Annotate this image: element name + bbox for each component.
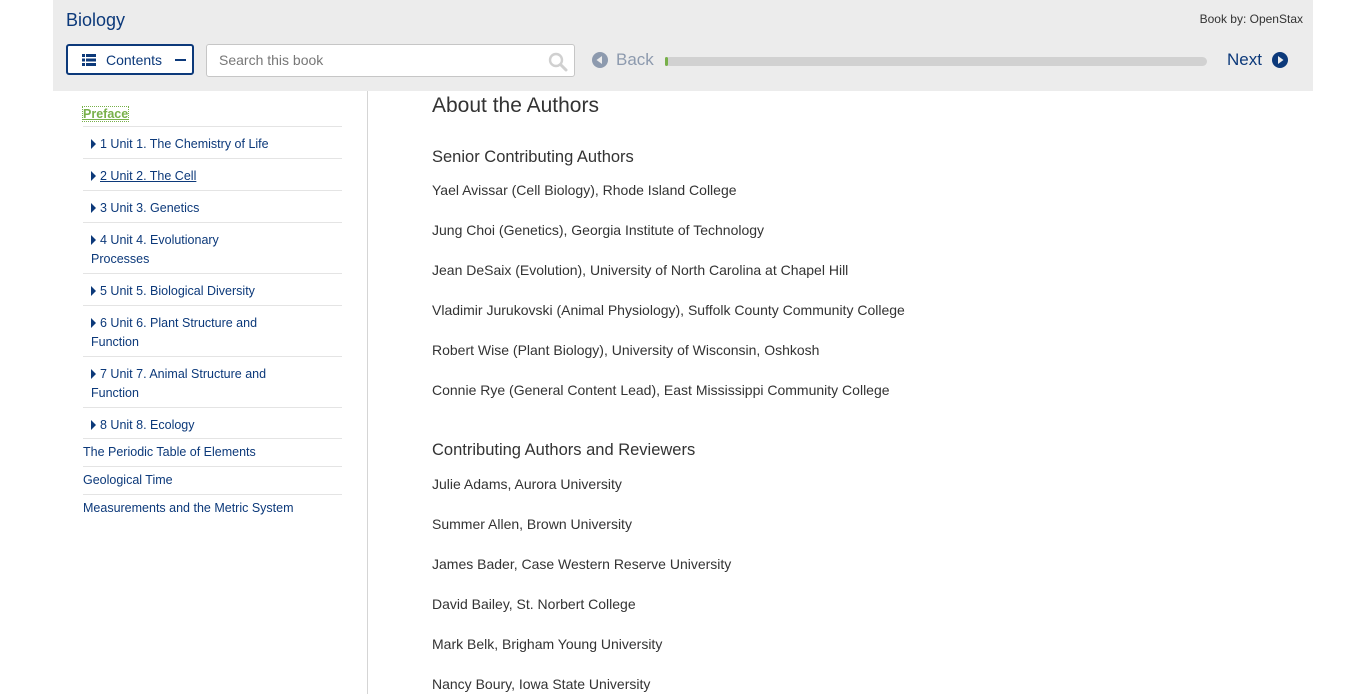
page-title: About the Authors xyxy=(432,94,599,117)
back-arrow-icon xyxy=(592,52,608,68)
toc-unit-label: 1 Unit 1. The Chemistry of Life xyxy=(100,137,269,151)
toc-unit-label: 7 Unit 7. Animal Structure and Function xyxy=(91,367,267,400)
caret-right-icon xyxy=(91,139,96,149)
toc-appendix-label: Measurements and the Metric System xyxy=(83,501,294,515)
author-entry: Yael Avissar (Cell Biology), Rhode Islan… xyxy=(432,182,737,198)
toc-unit-label: 8 Unit 8. Ecology xyxy=(100,418,195,432)
back-button[interactable]: Back xyxy=(592,50,654,70)
toc-unit-label: 5 Unit 5. Biological Diversity xyxy=(100,284,255,298)
toc-item-unit-3[interactable]: 3 Unit 3. Genetics xyxy=(83,191,342,223)
caret-right-icon xyxy=(91,203,96,213)
search-icon[interactable] xyxy=(548,52,568,72)
toc-appendix-label: Geological Time xyxy=(83,473,173,487)
toc-item-preface[interactable]: Preface xyxy=(81,102,342,127)
next-arrow-icon xyxy=(1271,52,1288,68)
list-icon xyxy=(82,53,96,66)
table-of-contents: Preface 1 Unit 1. The Chemistry of Life … xyxy=(0,91,368,694)
author-entry: Mark Belk, Brigham Young University xyxy=(432,636,663,652)
reading-progress-bar xyxy=(665,57,1207,66)
caret-right-icon xyxy=(91,318,96,328)
author-entry: Jean DeSaix (Evolution), University of N… xyxy=(432,262,849,278)
author-entry: Robert Wise (Plant Biology), University … xyxy=(432,342,820,358)
progress-fill xyxy=(665,57,668,66)
contents-label: Contents xyxy=(106,51,163,68)
toc-preface-link[interactable]: Preface xyxy=(81,106,130,122)
next-button[interactable]: Next xyxy=(1227,50,1288,70)
toc-item-unit-6[interactable]: 6 Unit 6. Plant Structure and Function xyxy=(83,306,342,357)
minus-icon xyxy=(175,58,187,61)
author-entry: Connie Rye (General Content Lead), East … xyxy=(432,382,890,398)
toc-item-unit-8[interactable]: 8 Unit 8. Ecology xyxy=(83,408,342,439)
toc-item-unit-5[interactable]: 5 Unit 5. Biological Diversity xyxy=(83,274,342,306)
toc-item-metric-system[interactable]: Measurements and the Metric System xyxy=(83,495,342,522)
author-entry: Nancy Boury, Iowa State University xyxy=(432,676,651,692)
caret-right-icon xyxy=(91,171,96,181)
toc-unit-label: 2 Unit 2. The Cell xyxy=(100,169,197,183)
toc-item-unit-4[interactable]: 4 Unit 4. Evolutionary Processes xyxy=(83,223,342,274)
toc-item-unit-2[interactable]: 2 Unit 2. The Cell xyxy=(83,159,342,191)
toc-item-geological-time[interactable]: Geological Time xyxy=(83,467,342,495)
author-entry: James Bader, Case Western Reserve Univer… xyxy=(432,556,732,572)
author-entry: Vladimir Jurukovski (Animal Physiology),… xyxy=(432,302,905,318)
toc-unit-label: 4 Unit 4. Evolutionary Processes xyxy=(91,233,219,266)
author-entry: Julie Adams, Aurora University xyxy=(432,476,622,492)
back-label: Back xyxy=(616,50,654,69)
toc-item-unit-1[interactable]: 1 Unit 1. The Chemistry of Life xyxy=(83,127,342,159)
book-title[interactable]: Biology xyxy=(66,10,125,31)
toc-item-periodic-table[interactable]: The Periodic Table of Elements xyxy=(83,439,342,467)
caret-right-icon xyxy=(91,420,96,430)
author-entry: David Bailey, St. Norbert College xyxy=(432,596,636,612)
toc-unit-label: 3 Unit 3. Genetics xyxy=(100,201,200,215)
search-box xyxy=(206,44,575,77)
caret-right-icon xyxy=(91,369,96,379)
toc-unit-label: 6 Unit 6. Plant Structure and Function xyxy=(91,316,258,349)
next-label: Next xyxy=(1227,50,1262,69)
toc-item-unit-7[interactable]: 7 Unit 7. Animal Structure and Function xyxy=(83,357,342,408)
contents-toggle-button[interactable]: Contents xyxy=(66,44,194,75)
toc-appendix-label: The Periodic Table of Elements xyxy=(83,445,256,459)
author-entry: Summer Allen, Brown University xyxy=(432,516,632,532)
book-attribution: Book by: OpenStax xyxy=(1199,12,1303,26)
caret-right-icon xyxy=(91,286,96,296)
contributing-authors-heading: Contributing Authors and Reviewers xyxy=(432,441,696,459)
caret-right-icon xyxy=(91,235,96,245)
author-entry: Jung Choi (Genetics), Georgia Institute … xyxy=(432,222,765,238)
header-bar: Biology Book by: OpenStax Contents Back … xyxy=(53,0,1313,91)
senior-authors-heading: Senior Contributing Authors xyxy=(432,148,634,166)
search-input[interactable] xyxy=(219,52,539,68)
